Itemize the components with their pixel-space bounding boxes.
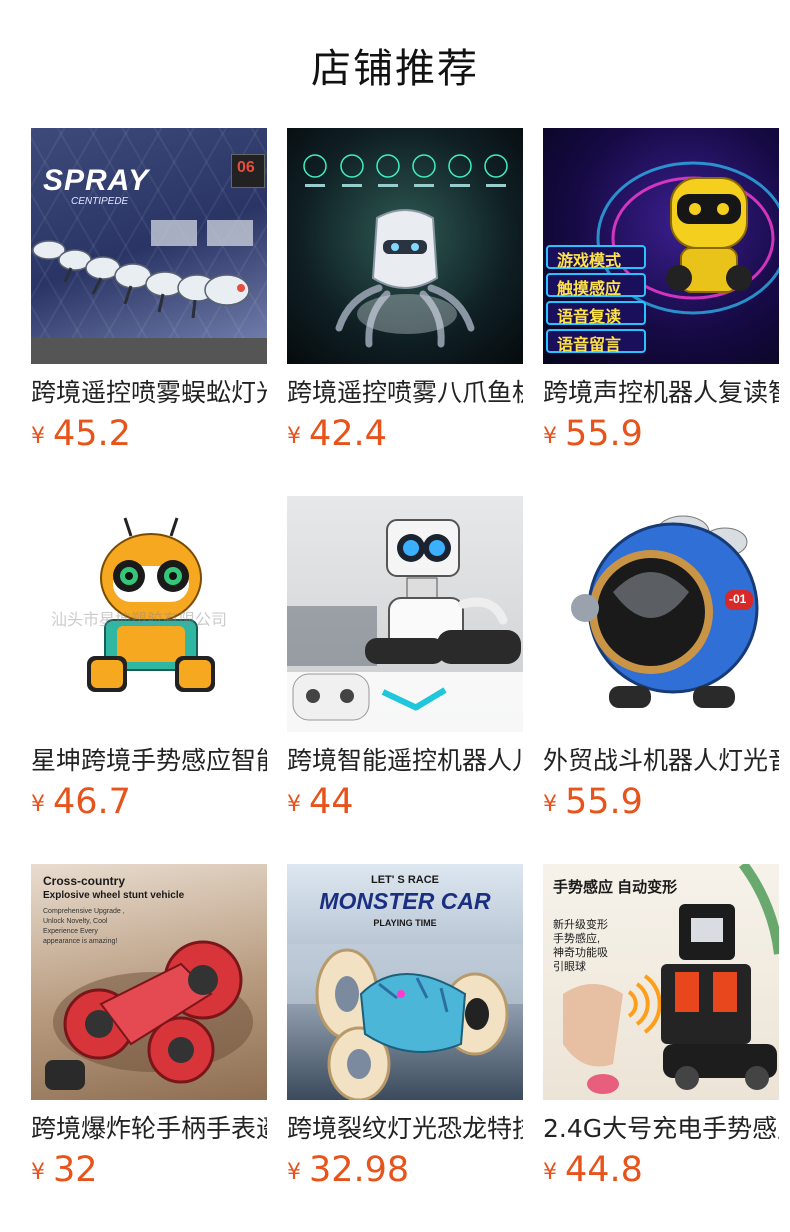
watermark-text: 汕头市星坤塑胶有限公司 bbox=[51, 612, 228, 629]
promo-line: 引眼球 bbox=[553, 961, 586, 973]
promo-line: Experience Every bbox=[43, 928, 98, 935]
product-image[interactable]: Cross-country Explosive wheel stunt vehi… bbox=[31, 864, 267, 1100]
product-card[interactable]: Cross-country Explosive wheel stunt vehi… bbox=[31, 864, 267, 1190]
feature-tag: 语音复读 bbox=[557, 309, 622, 326]
price-value: 55.9 bbox=[565, 782, 643, 822]
product-price: ¥45.2 bbox=[31, 414, 267, 454]
page-title: 店铺推荐 bbox=[311, 46, 479, 92]
product-price: ¥32.98 bbox=[287, 1150, 523, 1190]
currency-symbol: ¥ bbox=[31, 424, 45, 449]
product-price: ¥44 bbox=[287, 782, 523, 822]
product-name[interactable]: 跨境爆炸轮手柄手表遥控车 bbox=[31, 1112, 267, 1146]
promo-line: Cross-country bbox=[43, 874, 126, 888]
promo-sub: PLAYING TIME bbox=[373, 918, 437, 928]
currency-symbol: ¥ bbox=[31, 792, 45, 817]
product-card[interactable]: LET' S RACE MONSTER CAR PLAYING TIME 跨境裂… bbox=[287, 864, 523, 1190]
product-image[interactable]: -01 bbox=[543, 496, 779, 732]
product-image[interactable]: SPRAY CENTIPEDE 06 bbox=[31, 128, 267, 364]
promo-top: LET' S RACE bbox=[370, 874, 439, 886]
feature-tag: 语音留言 bbox=[557, 337, 622, 354]
product-card[interactable]: SPRAY CENTIPEDE 06 跨境遥控喷雾蜈蚣灯光电动 bbox=[31, 128, 267, 454]
product-card[interactable]: 汕头市星坤塑胶有限公司 星坤跨境手势感应智能机器人 ¥46.7 bbox=[31, 496, 267, 822]
product-card[interactable]: 手势感应 自动变形 新升级变形 手势感应, 神奇功能吸 引眼球 2.4G大号充电… bbox=[543, 864, 779, 1190]
product-image[interactable]: 游戏模式 触摸感应 语音复读 语音留言 bbox=[543, 128, 779, 364]
product-name[interactable]: 2.4G大号充电手势感应变形车 bbox=[543, 1112, 779, 1146]
currency-symbol: ¥ bbox=[287, 792, 301, 817]
promo-line: appearance is amazing! bbox=[43, 938, 118, 945]
product-name[interactable]: 跨境声控机器人复读智能对话 bbox=[543, 376, 779, 410]
product-image[interactable] bbox=[287, 128, 523, 364]
product-image[interactable]: LET' S RACE MONSTER CAR PLAYING TIME bbox=[287, 864, 523, 1100]
price-value: 46.7 bbox=[53, 782, 131, 822]
currency-symbol: ¥ bbox=[287, 424, 301, 449]
promo-line: Explosive wheel stunt vehicle bbox=[43, 890, 185, 901]
product-price: ¥42.4 bbox=[287, 414, 523, 454]
price-value: 45.2 bbox=[53, 414, 131, 454]
currency-symbol: ¥ bbox=[543, 792, 557, 817]
product-image[interactable] bbox=[287, 496, 523, 732]
price-value: 42.4 bbox=[309, 414, 387, 454]
product-image[interactable]: 汕头市星坤塑胶有限公司 bbox=[31, 496, 267, 732]
promo-line: Unlock Novelty, Cool bbox=[43, 918, 108, 925]
product-price: ¥44.8 bbox=[543, 1150, 779, 1190]
currency-symbol: ¥ bbox=[543, 1160, 557, 1185]
promo-line: Comprehensive Upgrade , bbox=[43, 908, 125, 915]
product-name[interactable]: 外贸战斗机器人灯光音乐 bbox=[543, 744, 779, 778]
product-name[interactable]: 星坤跨境手势感应智能机器人 bbox=[31, 744, 267, 778]
product-image[interactable]: 手势感应 自动变形 新升级变形 手势感应, 神奇功能吸 引眼球 bbox=[543, 864, 779, 1100]
currency-symbol: ¥ bbox=[287, 1160, 301, 1185]
price-value: 44 bbox=[309, 782, 354, 822]
product-card[interactable]: 跨境遥控喷雾八爪鱼机器人 ¥42.4 bbox=[287, 128, 523, 454]
product-name[interactable]: 跨境智能遥控机器人儿童玩具 bbox=[287, 744, 523, 778]
feature-tag: 游戏模式 bbox=[557, 253, 622, 270]
product-card[interactable]: -01 外贸战斗机器人灯光音乐 ¥55.9 bbox=[543, 496, 779, 822]
product-card[interactable]: 游戏模式 触摸感应 语音复读 语音留言 跨境声控机器人复读智能对话 ¥55.9 bbox=[543, 128, 779, 454]
promo-main: MONSTER CAR bbox=[319, 888, 491, 914]
product-price: ¥55.9 bbox=[543, 414, 779, 454]
price-value: 44.8 bbox=[565, 1150, 643, 1190]
currency-symbol: ¥ bbox=[31, 1160, 45, 1185]
product-price: ¥55.9 bbox=[543, 782, 779, 822]
product-name[interactable]: 跨境遥控喷雾八爪鱼机器人 bbox=[287, 376, 523, 410]
promo-top: 手势感应 自动变形 bbox=[553, 879, 678, 896]
currency-symbol: ¥ bbox=[543, 424, 557, 449]
product-card[interactable]: 跨境智能遥控机器人儿童玩具 ¥44 bbox=[287, 496, 523, 822]
feature-tag: 触摸感应 bbox=[557, 281, 622, 298]
product-name[interactable]: 跨境裂纹灯光恐龙特技车 bbox=[287, 1112, 523, 1146]
model-badge: -01 bbox=[729, 592, 747, 606]
price-value: 32.98 bbox=[309, 1150, 410, 1190]
price-value: 55.9 bbox=[565, 414, 643, 454]
price-value: 32 bbox=[53, 1150, 98, 1190]
product-price: ¥32 bbox=[31, 1150, 267, 1190]
product-name[interactable]: 跨境遥控喷雾蜈蚣灯光电动仿真动物玩具 bbox=[31, 376, 267, 410]
product-price: ¥46.7 bbox=[31, 782, 267, 822]
